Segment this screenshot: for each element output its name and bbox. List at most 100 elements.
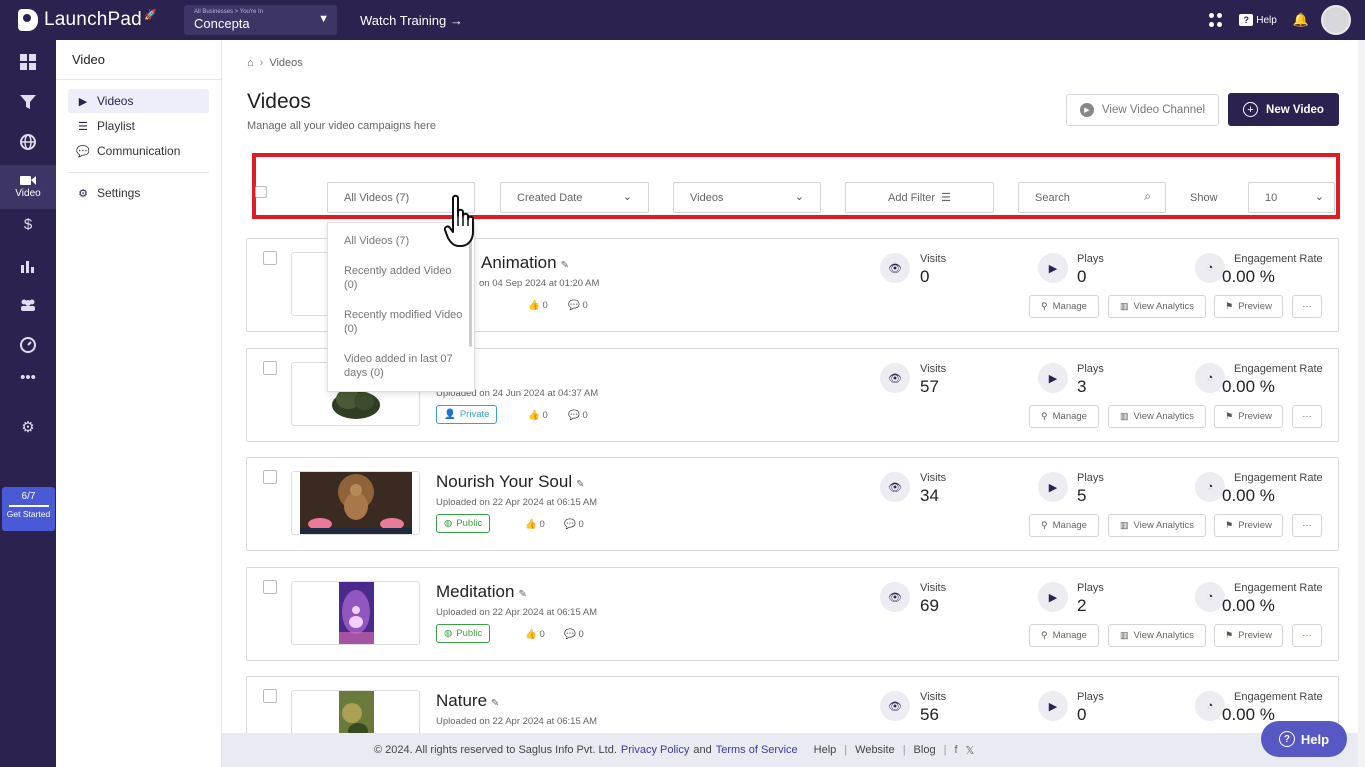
video-title-wrap[interactable]: Animation ✎ <box>481 253 569 273</box>
get-started-progress[interactable]: 6/7 Get Started <box>2 487 55 531</box>
preview-button[interactable]: ⚑ Preview <box>1214 405 1283 428</box>
page-size-select[interactable]: 10 ⌄ <box>1248 182 1335 213</box>
manage-button[interactable]: ⚲ Manage <box>1029 405 1099 428</box>
video-checkbox[interactable] <box>263 251 277 265</box>
main-content: ⌂ › Videos Videos Manage all your video … <box>222 40 1365 767</box>
thumbs-up-icon: 👍 <box>525 519 537 530</box>
video-title-wrap[interactable]: Meditation ✎ <box>436 582 527 602</box>
preview-button[interactable]: ⚑ Preview <box>1214 295 1283 318</box>
view-video-channel-button[interactable]: ▶ View Video Channel <box>1066 94 1219 126</box>
video-date: Uploaded on 22 Apr 2024 at 06:15 AM <box>436 497 598 508</box>
preview-button[interactable]: ⚑ Preview <box>1214 624 1283 647</box>
pencil-icon[interactable]: ✎ <box>518 589 526 600</box>
blog-link[interactable]: Blog <box>914 744 936 756</box>
gauge-icon[interactable] <box>0 331 56 359</box>
likes-count: 👍 0 <box>525 519 545 530</box>
view-analytics-label: View Analytics <box>1133 301 1195 312</box>
video-checkbox[interactable] <box>263 689 277 703</box>
more-actions-button[interactable]: ··· <box>1292 405 1322 428</box>
visibility-badge[interactable]: 👤 Private <box>436 405 498 424</box>
dropdown-option[interactable]: Recently added Video (0) <box>344 264 464 292</box>
eye-icon: 👁 <box>880 582 910 612</box>
sidebar-item-settings[interactable]: ⚙ Settings <box>68 181 209 205</box>
dropdown-option[interactable]: Recently modified Video (0) <box>344 308 464 336</box>
select-all-checkbox[interactable] <box>255 186 267 198</box>
manage-button[interactable]: ⚲ Manage <box>1029 295 1099 318</box>
visits-label: Visits <box>920 582 947 594</box>
visibility-badge[interactable]: ◍ Public <box>436 514 491 533</box>
video-thumbnail[interactable] <box>291 581 420 645</box>
help-menu-button[interactable]: ? Help <box>1239 14 1277 26</box>
facebook-icon[interactable]: f <box>954 744 957 756</box>
globe-icon[interactable] <box>0 128 56 156</box>
video-title-wrap[interactable]: Nourish Your Soul ✎ <box>436 472 584 492</box>
comments-value: 0 <box>582 410 588 421</box>
video-title: Meditation <box>436 582 515 601</box>
visibility-badge[interactable]: ◍ Public <box>436 624 491 643</box>
video-thumbnail[interactable] <box>291 471 420 535</box>
video-type-select[interactable]: Videos ⌄ <box>673 182 821 213</box>
video-card[interactable]: Nourish Your Soul ✎ Uploaded on 22 Apr 20… <box>246 457 1339 551</box>
video-card[interactable]: Meditation ✎ Uploaded on 22 Apr 2024 at 0… <box>246 567 1339 661</box>
dropdown-option[interactable]: Video added in last 07 days (0) <box>344 352 464 380</box>
watch-training-link[interactable]: Watch Training → <box>360 13 463 28</box>
privacy-policy-link[interactable]: Privacy Policy <box>621 744 689 756</box>
pencil-icon[interactable]: ✎ <box>561 260 569 271</box>
page-scrollbar[interactable] <box>1358 40 1365 767</box>
apps-grid-icon[interactable] <box>1209 13 1223 27</box>
view-analytics-button[interactable]: ▥ View Analytics <box>1108 514 1206 537</box>
pencil-icon[interactable]: ✎ <box>491 698 499 709</box>
more-actions-button[interactable]: ··· <box>1292 514 1322 537</box>
avatar[interactable] <box>1321 5 1351 35</box>
video-title-wrap[interactable]: Nature ✎ <box>436 691 499 711</box>
funnel-icon[interactable] <box>0 88 56 116</box>
business-name: Concepta <box>194 16 250 31</box>
add-filter-button[interactable]: Add Filter ☰ <box>845 182 994 213</box>
more-icon[interactable]: ••• <box>0 363 56 391</box>
more-actions-button[interactable]: ··· <box>1292 624 1322 647</box>
eye-icon: 👁 <box>880 472 910 502</box>
sidebar-item-videos[interactable]: ▶ Videos <box>68 89 209 113</box>
new-video-button[interactable]: + New Video <box>1228 93 1339 126</box>
visits-label: Visits <box>920 691 947 703</box>
rail-item-video[interactable]: Video <box>0 165 56 209</box>
pencil-icon[interactable]: ✎ <box>576 479 584 490</box>
video-checkbox[interactable] <box>263 470 277 484</box>
bar-chart-icon[interactable] <box>0 252 56 280</box>
video-checkbox[interactable] <box>263 361 277 375</box>
sidebar-item-playlist[interactable]: ☰ Playlist <box>68 114 209 138</box>
manage-button[interactable]: ⚲ Manage <box>1029 624 1099 647</box>
home-icon[interactable]: ⌂ <box>247 57 254 69</box>
bell-icon[interactable]: 🔔 <box>1293 12 1309 28</box>
view-analytics-button[interactable]: ▥ View Analytics <box>1108 624 1206 647</box>
more-actions-button[interactable]: ··· <box>1292 295 1322 318</box>
gear-icon[interactable]: ⚙ <box>0 413 56 441</box>
video-checkbox[interactable] <box>263 580 277 594</box>
floating-help-button[interactable]: ? Help <box>1261 721 1347 757</box>
sidebar-item-label: Videos <box>97 94 134 108</box>
footer-separator: | <box>943 744 947 756</box>
likes-count: 👍 0 <box>528 410 548 421</box>
view-analytics-button[interactable]: ▥ View Analytics <box>1108 405 1206 428</box>
manage-button[interactable]: ⚲ Manage <box>1029 514 1099 537</box>
created-date-select[interactable]: Created Date ⌄ <box>500 182 649 213</box>
dashboard-icon[interactable] <box>0 48 56 76</box>
website-link[interactable]: Website <box>855 744 895 756</box>
breadcrumb-current[interactable]: Videos <box>269 57 302 69</box>
business-selector[interactable]: All Businesses > You're In Concepta ▼ <box>184 5 337 35</box>
users-icon[interactable] <box>0 291 56 319</box>
video-sidebar: Video ▶ Videos ☰ Playlist 💬 Communicatio… <box>56 40 222 767</box>
logo[interactable]: LaunchPad 🚀 <box>18 9 178 31</box>
view-analytics-button[interactable]: ▥ View Analytics <box>1108 295 1206 318</box>
breadcrumb-separator: › <box>259 57 264 69</box>
footer-help-link[interactable]: Help <box>814 744 837 756</box>
dollar-icon[interactable]: $ <box>0 210 56 238</box>
plays-label: Plays <box>1077 582 1104 594</box>
x-twitter-icon[interactable]: 𝕏 <box>966 744 975 757</box>
chevron-down-icon: ⌄ <box>794 191 804 203</box>
get-started-label: Get Started <box>6 509 51 519</box>
terms-link[interactable]: Terms of Service <box>716 744 798 756</box>
sidebar-item-communication[interactable]: 💬 Communication <box>68 139 209 163</box>
preview-button[interactable]: ⚑ Preview <box>1214 514 1283 537</box>
search-input[interactable]: Search ⌕ <box>1018 182 1166 213</box>
